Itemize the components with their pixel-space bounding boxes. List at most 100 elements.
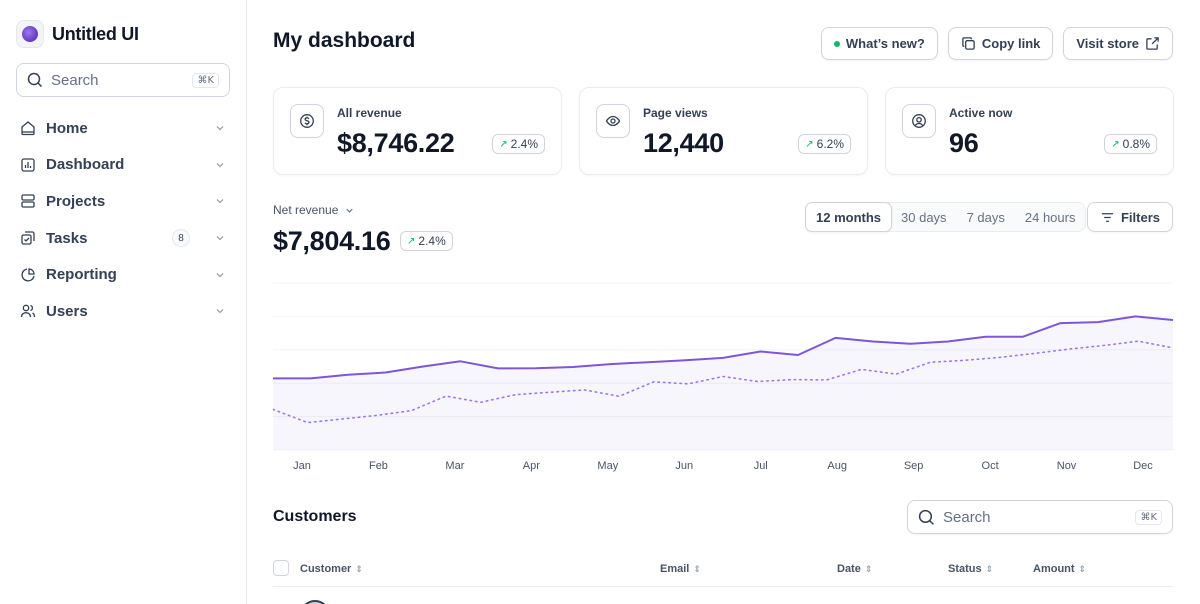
chevron-down-icon <box>216 309 224 314</box>
column-header-date[interactable]: Date ⇕ <box>837 563 872 575</box>
arrow-up-right-icon: ↗ <box>1111 138 1120 150</box>
stat-label: Page views <box>643 106 708 120</box>
layers-icon <box>21 194 35 209</box>
brand-name: Untitled UI <box>52 23 139 44</box>
column-label: Status <box>948 563 982 575</box>
x-tick-label: Dec <box>1133 460 1153 472</box>
column-label: Email <box>660 563 690 575</box>
sidebar-item-label: Dashboard <box>46 156 125 174</box>
tasks-count-badge: 8 <box>172 229 190 248</box>
sort-icon: ⇕ <box>985 563 994 574</box>
copy-icon <box>962 37 975 50</box>
stat-value: $8,746.22 <box>337 128 455 158</box>
x-tick-label: Jan <box>293 460 311 472</box>
sort-icon: ⇕ <box>864 563 873 574</box>
sidebar-item-projects[interactable]: Projects <box>16 183 230 220</box>
trend-badge: ↗ 2.4% <box>492 134 545 154</box>
customers-search-placeholder: Search <box>943 508 991 526</box>
sidebar-item-users[interactable]: Users <box>16 293 230 330</box>
filter-lines-icon <box>1101 212 1114 222</box>
copy-link-label: Copy link <box>981 36 1041 51</box>
range-30-days[interactable]: 30 days <box>891 203 957 231</box>
search-icon <box>27 72 43 88</box>
column-header-customer[interactable]: Customer ⇕ <box>300 563 363 575</box>
sidebar-item-dashboard[interactable]: Dashboard <box>16 147 230 184</box>
home-icon <box>21 121 35 136</box>
x-tick-label: Sep <box>904 460 924 472</box>
range-24-hours[interactable]: 24 hours <box>1015 203 1086 231</box>
arrow-up-right-icon: ↗ <box>499 138 508 150</box>
avatar <box>300 600 330 604</box>
whats-new-button[interactable]: What’s new? <box>820 27 938 60</box>
column-header-email[interactable]: Email ⇕ <box>660 563 701 575</box>
column-header-status[interactable]: Status ⇕ <box>948 563 993 575</box>
x-tick-label: Nov <box>1057 460 1077 472</box>
chevron-down-icon <box>346 208 354 213</box>
trend-badge: ↗ 0.8% <box>1104 134 1157 154</box>
user-circle-icon <box>902 104 936 138</box>
range-7-days[interactable]: 7 days <box>957 203 1015 231</box>
net-revenue-chart: Jan Feb Mar Apr May Jun Jul Aug Sep Oct Nov Dec <box>272 275 1174 475</box>
sidebar-item-home[interactable]: Home <box>16 110 230 147</box>
stat-value: 12,440 <box>643 128 724 158</box>
customers-table-header: Customer ⇕ Email ⇕ Date ⇕ Status ⇕ Amount ⇕ <box>273 559 1173 587</box>
sidebar-search-input[interactable]: Search ⌘K <box>16 63 230 97</box>
column-label: Date <box>837 563 861 575</box>
bar-chart-icon <box>21 158 35 172</box>
trend-value: 2.4% <box>510 137 538 151</box>
column-header-amount[interactable]: Amount ⇕ <box>1033 563 1086 575</box>
x-tick-label: Jul <box>754 460 768 472</box>
x-tick-label: May <box>597 460 618 472</box>
sidebar-search-shortcut: ⌘K <box>192 72 219 88</box>
sidebar-search-placeholder: Search <box>51 71 99 89</box>
status-dot-icon <box>833 40 840 47</box>
chevron-down-icon <box>216 126 224 131</box>
trend-value: 0.8% <box>1122 137 1150 151</box>
x-tick-label: Oct <box>982 460 999 472</box>
users-icon <box>20 304 36 318</box>
search-icon <box>918 509 934 525</box>
whats-new-label: What’s new? <box>845 36 925 51</box>
header-actions: What’s new? Copy link Visit store <box>820 27 1173 60</box>
sort-icon: ⇕ <box>693 563 701 574</box>
sidebar: Untitled UI Search ⌘K Home Dashboard Pro… <box>0 0 247 604</box>
brand[interactable]: Untitled UI <box>16 20 139 48</box>
stat-value: 96 <box>949 128 979 158</box>
chevron-down-icon <box>216 199 224 204</box>
arrow-up-right-icon: ↗ <box>805 138 814 150</box>
sidebar-item-tasks[interactable]: Tasks 8 <box>16 220 230 257</box>
sidebar-item-label: Home <box>46 119 88 137</box>
copy-link-button[interactable]: Copy link <box>947 27 1054 60</box>
trend-value: 2.4% <box>418 234 446 248</box>
stat-label: Active now <box>949 106 1013 120</box>
sidebar-item-label: Reporting <box>46 266 117 284</box>
sort-icon: ⇕ <box>1078 563 1087 574</box>
dollar-circle-icon <box>290 104 324 138</box>
net-revenue-label: Net revenue <box>273 203 339 217</box>
customers-search-shortcut: ⌘K <box>1135 509 1162 525</box>
stats-row: All revenue $8,746.22 ↗ 2.4% Page views … <box>273 87 1174 175</box>
eye-icon <box>596 104 630 138</box>
sidebar-item-label: Projects <box>46 192 106 210</box>
net-revenue-dropdown[interactable]: Net revenue <box>273 203 355 217</box>
check-square-icon <box>21 231 35 245</box>
column-label: Amount <box>1033 563 1075 575</box>
select-all-checkbox[interactable] <box>273 560 289 576</box>
sidebar-item-label: Users <box>46 302 88 320</box>
customers-title: Customers <box>273 508 357 525</box>
x-tick-label: Feb <box>369 460 388 472</box>
visit-store-button[interactable]: Visit store <box>1063 27 1173 60</box>
x-tick-label: Apr <box>523 460 540 472</box>
external-link-icon <box>1146 37 1159 50</box>
arrow-up-right-icon: ↗ <box>407 235 416 247</box>
pie-chart-icon <box>21 268 35 282</box>
stat-card-revenue: All revenue $8,746.22 ↗ 2.4% <box>273 87 562 175</box>
x-tick-label: Mar <box>445 460 464 472</box>
column-label: Customer <box>300 563 352 575</box>
filters-button[interactable]: Filters <box>1086 202 1173 232</box>
chevron-down-icon <box>216 272 224 278</box>
customers-search-input[interactable]: Search ⌘K <box>907 500 1173 534</box>
chevron-down-icon <box>216 236 224 241</box>
range-12-months[interactable]: 12 months <box>805 202 893 232</box>
sidebar-item-reporting[interactable]: Reporting <box>16 256 230 293</box>
